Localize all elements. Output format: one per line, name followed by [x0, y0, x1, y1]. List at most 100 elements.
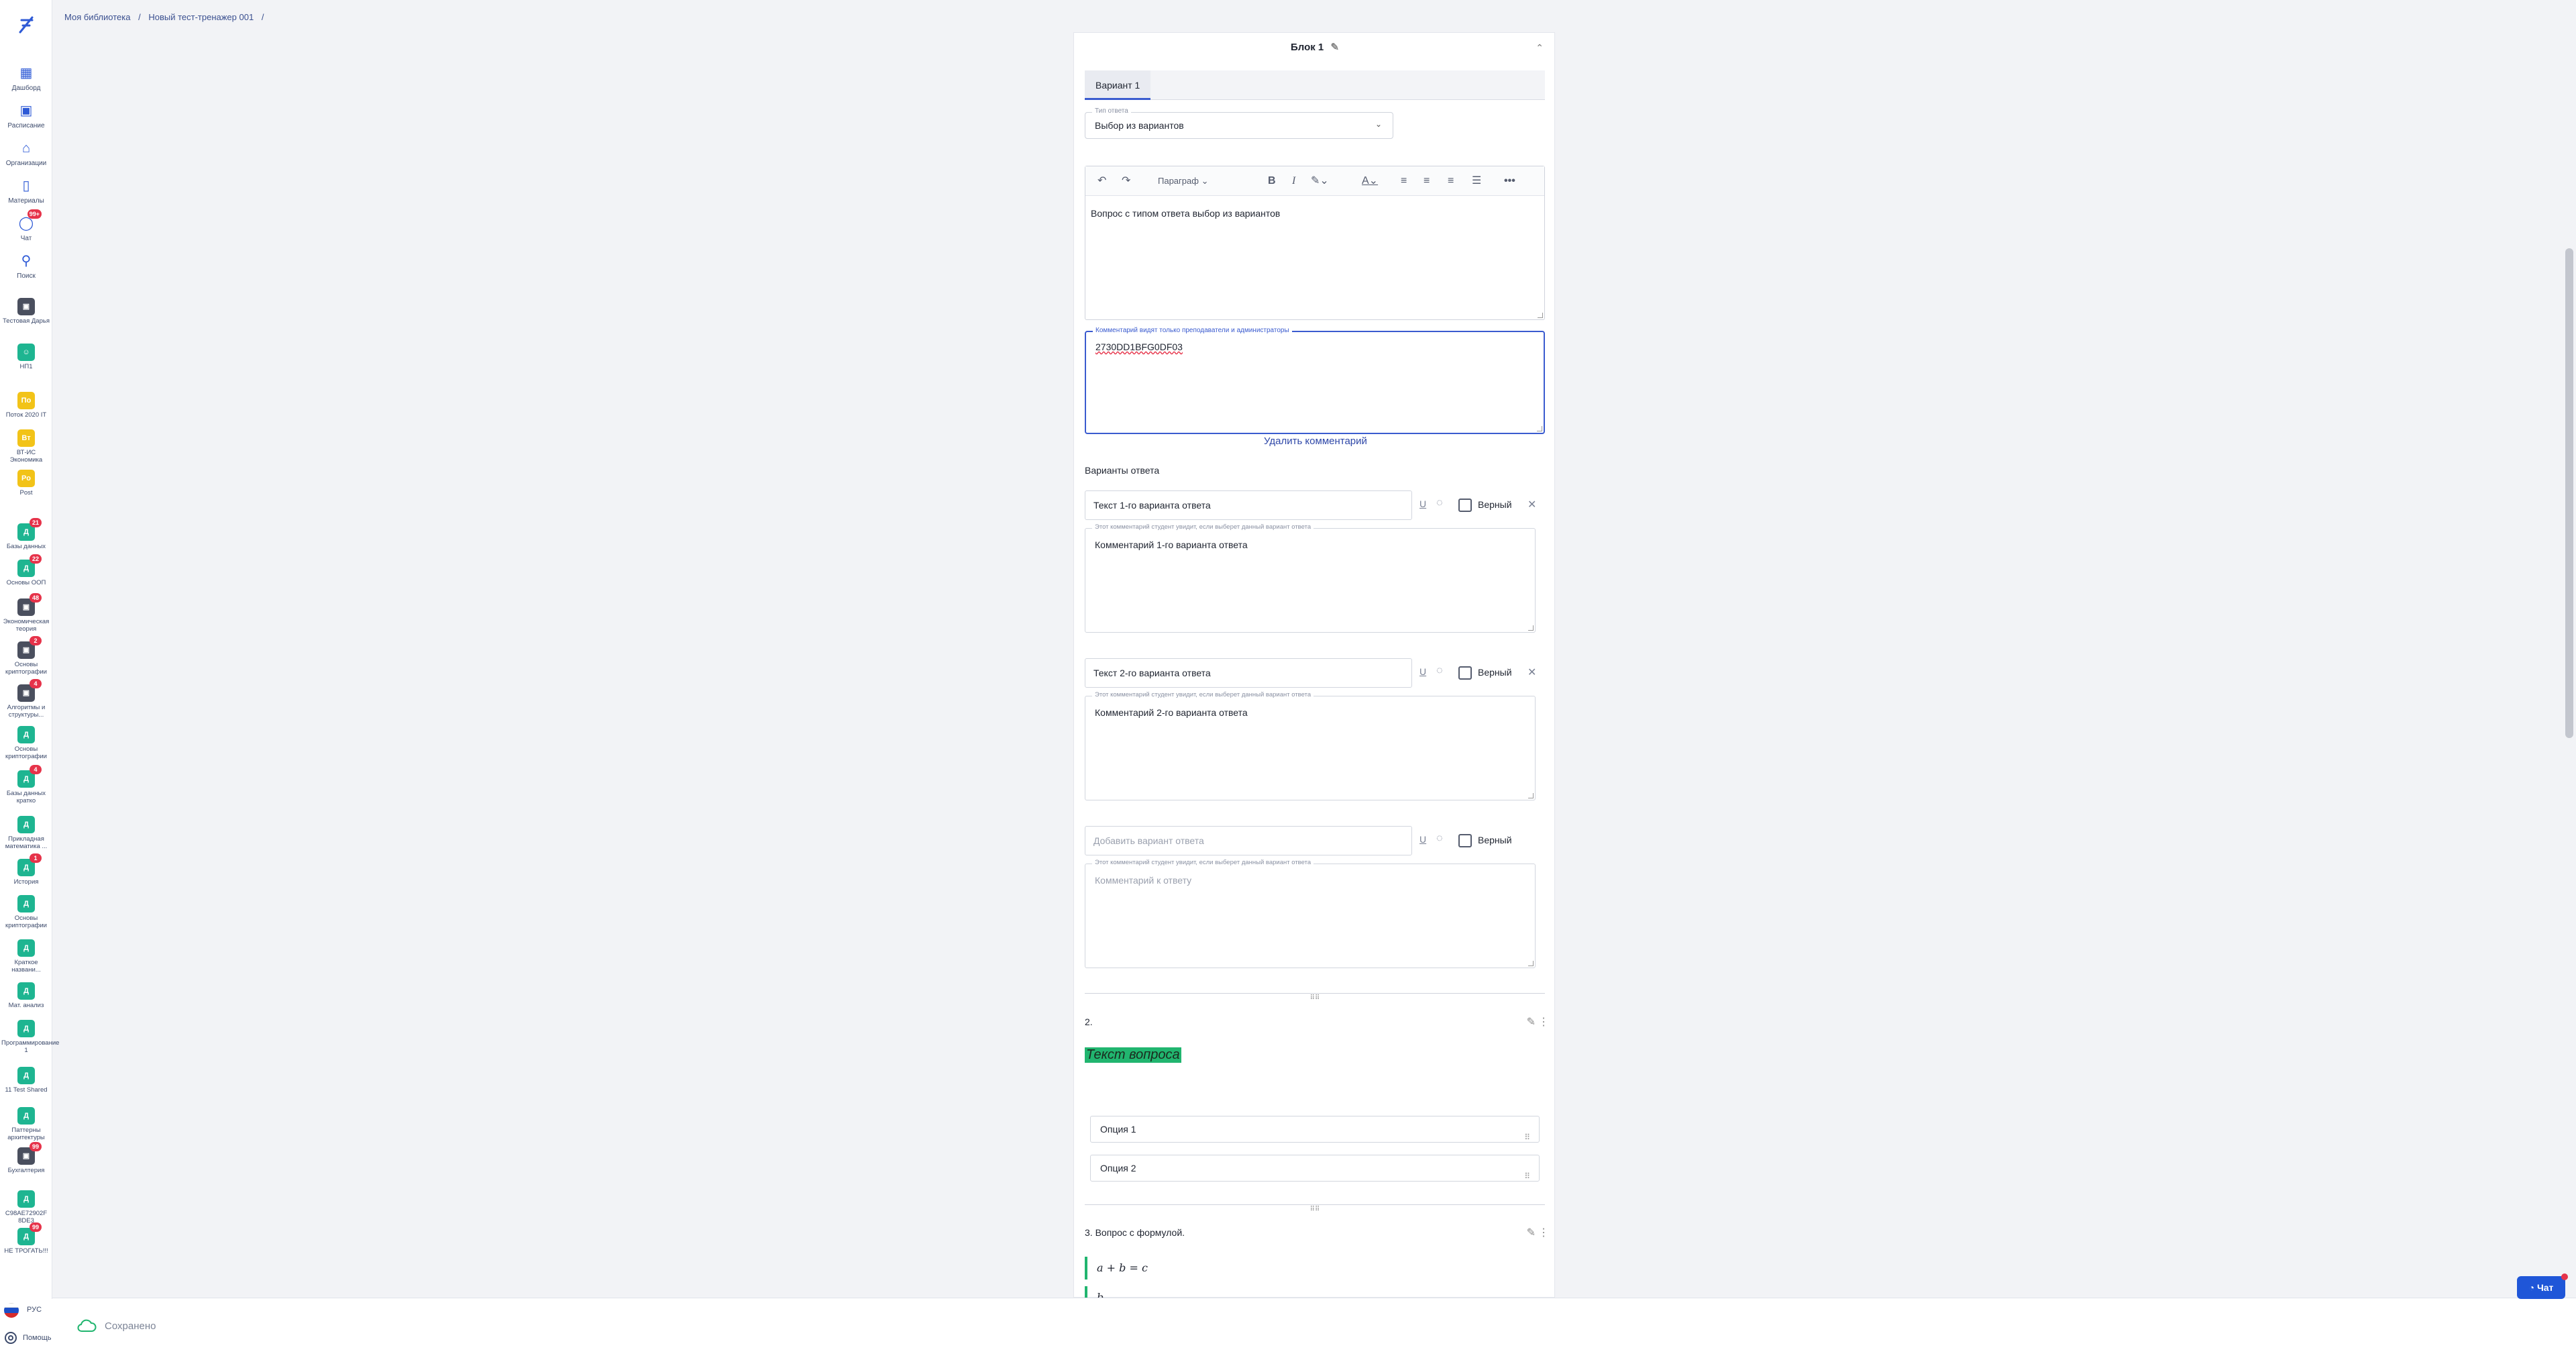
sidebar-course-item[interactable]: Д 1 История — [0, 853, 52, 886]
sidebar-course-item[interactable]: ☺ НП1 — [0, 344, 52, 370]
flag-icon[interactable] — [4, 1303, 19, 1318]
font-color-icon[interactable]: A⌄ — [1362, 174, 1378, 188]
underline-icon[interactable]: U — [1419, 499, 1426, 509]
close-icon[interactable]: ✕ — [1527, 498, 1536, 511]
course-label: Базы данных кратко — [6, 790, 46, 804]
chevron-up-icon[interactable]: ⌃ — [1536, 42, 1544, 54]
italic-icon[interactable]: I — [1292, 174, 1295, 188]
more-vert-icon[interactable]: ⋮ — [1538, 1226, 1549, 1239]
sidebar-item-book[interactable]: ▯ Материалы — [0, 177, 52, 205]
drag-handle-icon[interactable]: ⠿⠿ — [1307, 1206, 1322, 1213]
course-label: Post — [19, 489, 33, 497]
organization-icon: ⌂ — [21, 141, 31, 156]
sidebar-course-item[interactable]: ▣ 2 Основы криптографии — [0, 636, 52, 676]
sidebar-course-item[interactable]: Д 4 Базы данных кратко — [0, 765, 52, 804]
answer-type-select[interactable]: Тип ответа Выбор из вариантов ⌄ — [1085, 107, 1393, 139]
comment-icon[interactable]: ◌ — [1436, 833, 1443, 845]
correct-checkbox[interactable] — [1458, 834, 1472, 847]
variant-text-input[interactable]: Текст 1-го варианта ответа — [1085, 490, 1412, 520]
help-label[interactable]: Помощь — [23, 1334, 52, 1342]
delete-comment-link[interactable]: Удалить комментарий — [1264, 435, 1367, 447]
bold-icon[interactable]: B — [1268, 174, 1276, 188]
resize-handle[interactable] — [1528, 961, 1534, 966]
resize-handle[interactable] — [1528, 625, 1534, 631]
course-avatar: По — [17, 392, 35, 409]
sidebar-item-organization[interactable]: ⌂ Организации — [0, 140, 52, 168]
help-icon[interactable] — [4, 1331, 17, 1345]
admin-comment-field[interactable]: Комментарий видят только преподаватели и… — [1085, 327, 1545, 434]
resize-handle[interactable] — [1537, 426, 1542, 431]
formula-block[interactable]: a + b = c — [1085, 1257, 1148, 1280]
sidebar-course-item[interactable]: Д Паттерны архитектуры — [0, 1107, 52, 1141]
sidebar-course-item[interactable]: Д Мат. анализ — [0, 982, 52, 1009]
sidebar-course-item[interactable]: Д C98AE72902F 8DE3 — [0, 1190, 52, 1224]
breadcrumb-library[interactable]: Моя библиотека — [64, 12, 130, 22]
drag-icon[interactable]: ⠿ — [1524, 1163, 1530, 1189]
variant-comment-field[interactable]: Этот комментарий студент увидит, если вы… — [1085, 859, 1536, 968]
drag-handle-icon[interactable]: ⠿⠿ — [1307, 995, 1322, 1002]
align-justify-icon[interactable]: ☰ — [1472, 174, 1481, 188]
resize-handle[interactable] — [1538, 313, 1543, 318]
underline-icon[interactable]: U — [1419, 834, 1426, 845]
question-text[interactable]: Текст вопроса — [1085, 1047, 1181, 1063]
paragraph-select[interactable]: Параграф ⌄ — [1158, 174, 1208, 188]
undo-icon[interactable]: ↶ — [1097, 174, 1106, 188]
comment-icon[interactable]: ◌ — [1436, 665, 1443, 677]
option-item[interactable]: Опция 2 ⠿ — [1090, 1155, 1540, 1182]
correct-checkbox[interactable] — [1458, 666, 1472, 680]
variant-text-input[interactable]: Текст 2-го варианта ответа — [1085, 658, 1412, 688]
sidebar-course-item[interactable]: Д 21 Базы данных — [0, 518, 52, 550]
pencil-icon[interactable]: ✎ — [1330, 42, 1339, 53]
logo-icon[interactable] — [15, 13, 38, 36]
sidebar-course-item[interactable]: Д Краткое названи... — [0, 939, 52, 974]
sidebar-course-item[interactable]: Д Основы криптографии — [0, 726, 52, 760]
pencil-icon[interactable]: ✎ — [1527, 1226, 1536, 1239]
unread-badge: 4 — [30, 765, 42, 774]
variant-comment-field[interactable]: Этот комментарий студент увидит, если вы… — [1085, 523, 1536, 633]
sidebar-course-item[interactable]: Д 11 Test Shared — [0, 1067, 52, 1094]
formula-block[interactable]: b — [1085, 1286, 1104, 1298]
resize-handle[interactable] — [1528, 793, 1534, 798]
question-text[interactable]: Вопрос с формулой. — [1095, 1227, 1185, 1238]
sidebar-course-item[interactable]: ▣ 99 Бухгалтерия — [0, 1142, 52, 1174]
sidebar-item-search[interactable]: ⚲ Поиск — [0, 252, 52, 280]
correct-checkbox[interactable] — [1458, 499, 1472, 512]
sidebar-course-item[interactable]: Po Post — [0, 470, 52, 497]
sidebar-item-calendar[interactable]: ▣ Расписание — [0, 102, 52, 130]
comment-icon[interactable]: ◌ — [1436, 497, 1443, 509]
redo-icon[interactable]: ↷ — [1122, 174, 1130, 188]
close-icon[interactable]: ✕ — [1527, 666, 1536, 679]
sidebar-course-item[interactable]: ▣ 4 Алгоритмы и структуры... — [0, 679, 52, 719]
sidebar-course-item[interactable]: Вт ВТ-ИС Экономика — [0, 429, 52, 464]
sidebar-course-item[interactable]: Д 22 Основы ООП — [0, 554, 52, 586]
more-icon[interactable]: ••• — [1504, 174, 1515, 188]
question-text[interactable]: Вопрос с типом ответа выбор из вариантов — [1091, 208, 1280, 219]
chat-button[interactable]: ◔ Чат — [2517, 1273, 2568, 1299]
sidebar: ▦ Дашборд ▣ Расписание ⌂ Организации ▯ Материал… — [0, 0, 59, 1356]
align-left-icon[interactable]: ≡ — [1401, 174, 1407, 188]
tab-variant-1[interactable]: Вариант 1 — [1085, 70, 1151, 100]
highlight-icon[interactable]: ✎⌄ — [1311, 174, 1329, 188]
page-scrollbar[interactable] — [2565, 248, 2573, 738]
variant-comment-field[interactable]: Этот комментарий студент увидит, если вы… — [1085, 691, 1536, 800]
variant-text-input[interactable]: Добавить вариант ответа — [1085, 826, 1412, 855]
sidebar-course-item[interactable]: ▣ Тестовая Дарья — [0, 298, 52, 325]
more-vert-icon[interactable]: ⋮ — [1538, 1015, 1549, 1029]
sidebar-course-item[interactable]: Д 99 НЕ ТРОГАТЬ!!! — [0, 1222, 52, 1255]
language-label[interactable]: РУС — [27, 1306, 42, 1314]
option-item[interactable]: Опция 1 ⠿ — [1090, 1116, 1540, 1143]
sidebar-course-item[interactable]: По Поток 2020 IT — [0, 392, 52, 419]
breadcrumb-test[interactable]: Новый тест-тренажер 001 — [148, 12, 254, 22]
align-right-icon[interactable]: ≡ — [1448, 174, 1454, 188]
sidebar-item-dashboard[interactable]: ▦ Дашборд — [0, 64, 52, 93]
align-center-icon[interactable]: ≡ — [1424, 174, 1430, 188]
variant-comment-text: Комментарий 2-го варианта ответа — [1095, 707, 1248, 718]
underline-icon[interactable]: U — [1419, 666, 1426, 677]
sidebar-course-item[interactable]: Д Программирование 1 — [0, 1020, 59, 1054]
drag-icon[interactable]: ⠿ — [1524, 1125, 1530, 1150]
sidebar-course-item[interactable]: Д Прикладная математика ... — [0, 816, 52, 850]
sidebar-course-item[interactable]: Д Основы криптографии — [0, 895, 52, 929]
pencil-icon[interactable]: ✎ — [1527, 1015, 1536, 1029]
sidebar-course-item[interactable]: ▣ 48 Экономическая теория — [0, 593, 52, 633]
sidebar-item-chat[interactable]: ◯ 99+ Чат — [0, 209, 52, 243]
